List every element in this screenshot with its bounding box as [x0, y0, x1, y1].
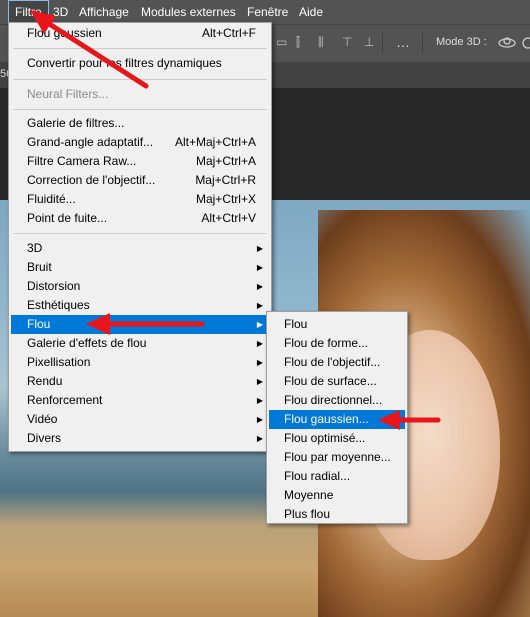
- annotation-arrow-flou: [86, 313, 205, 335]
- annotation-arrow-filtre: [30, 10, 149, 89]
- annotation-overlay: [30, 10, 441, 430]
- annotation-arrow-gaussian: [378, 410, 441, 430]
